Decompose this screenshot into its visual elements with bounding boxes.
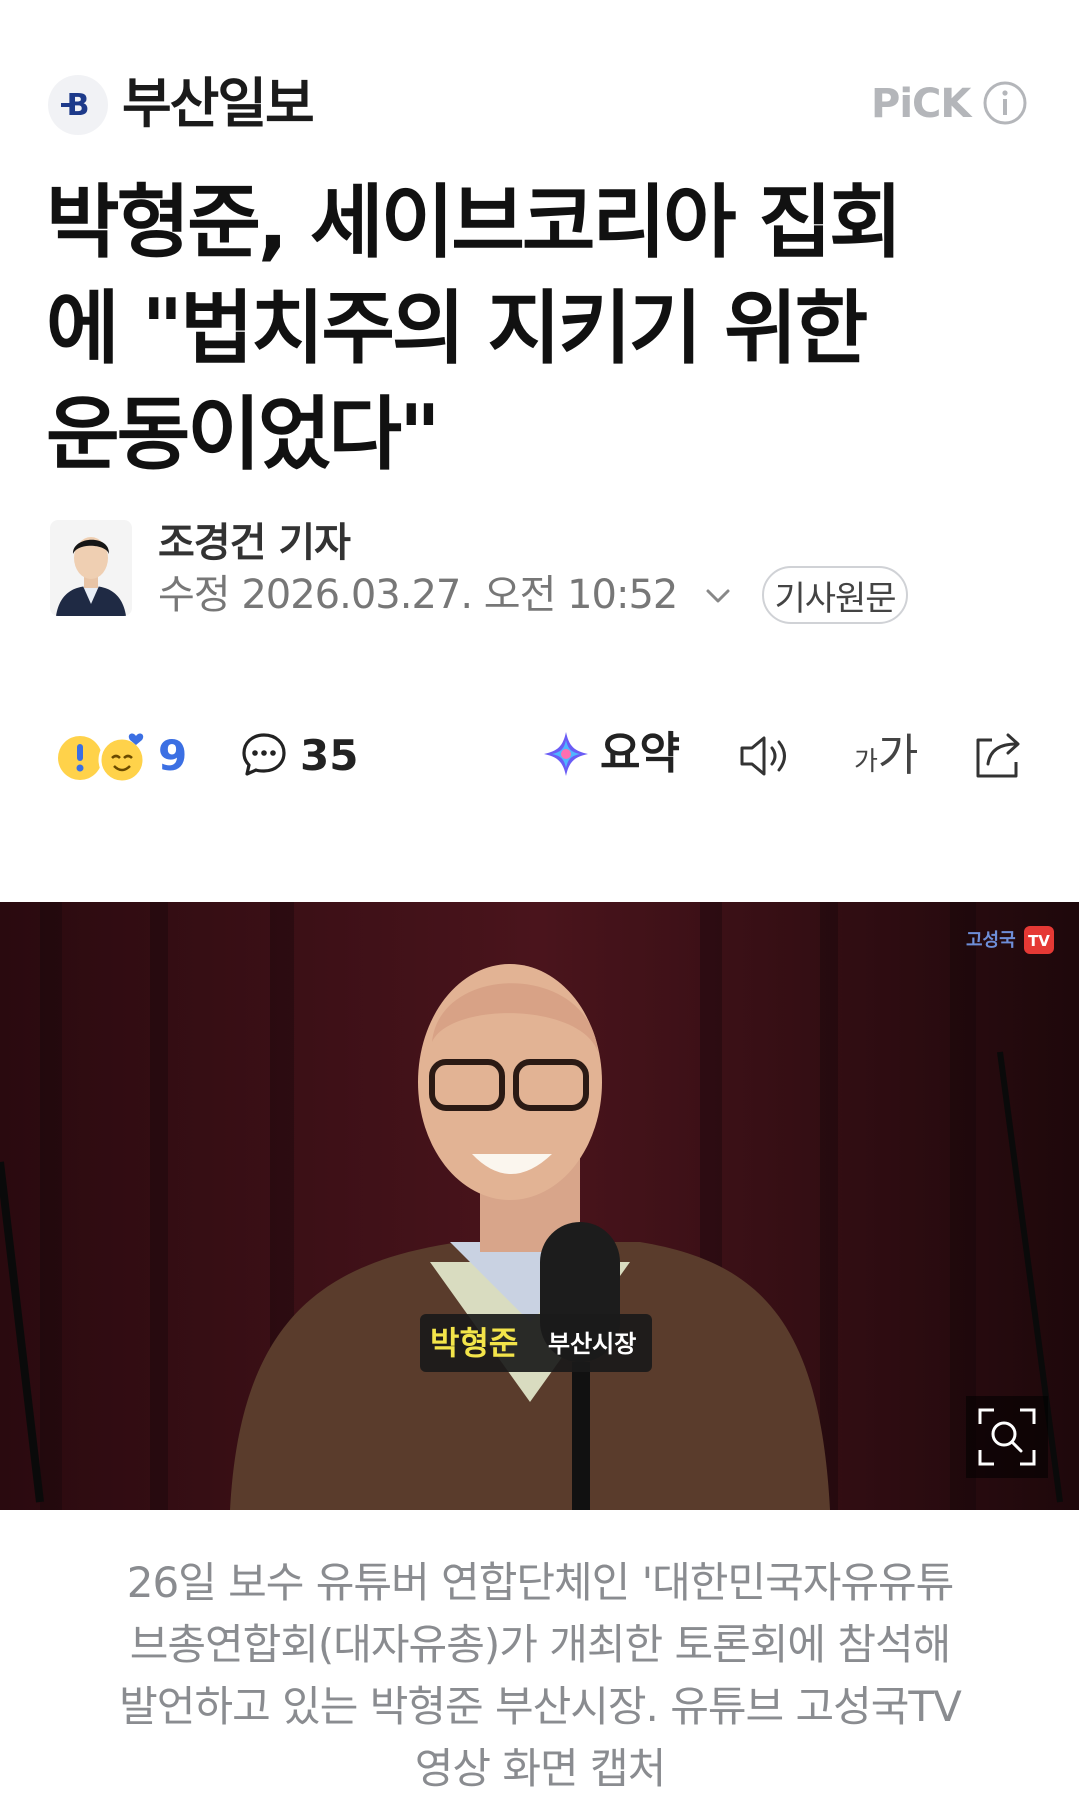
- channel-tv-badge: TV: [1028, 932, 1050, 950]
- comment-count[interactable]: 35: [300, 730, 358, 782]
- reaction-emoji-icon[interactable]: [56, 730, 152, 786]
- caption-line: 영상 화면 캡처: [414, 1744, 667, 1793]
- photo-caption: 26일 보수 유튜버 연합단체인 '대한민국자유유튜 브총연합회(대자유총)가 …: [40, 1552, 1040, 1800]
- channel-watermark: 고성국: [966, 930, 1016, 951]
- info-icon[interactable]: [982, 80, 1028, 126]
- headline-line: 박형준, 세이브코리아 집회: [46, 176, 903, 269]
- photo-subtitle-name: 박형준: [430, 1324, 518, 1362]
- original-article-button[interactable]: 기사원문: [762, 566, 908, 624]
- article-photo[interactable]: 박형준 부산시장 고성국 TV: [0, 902, 1079, 1510]
- chevron-down-icon[interactable]: [700, 578, 736, 614]
- font-large-glyph: 가: [877, 730, 919, 781]
- reaction-count[interactable]: 9: [158, 730, 187, 782]
- speaker-icon[interactable]: [736, 730, 794, 782]
- headline-line: 운동이었다": [46, 388, 441, 481]
- press-logo-icon: B: [61, 88, 89, 123]
- font-size-icon[interactable]: 가가: [854, 728, 930, 784]
- press-name[interactable]: 부산일보: [122, 72, 315, 136]
- font-small-glyph: 가: [854, 747, 878, 777]
- caption-line: 브총연합회(대자유총)가 개최한 토론회에 참석해: [129, 1620, 952, 1669]
- photo-subtitle-title: 부산시장: [548, 1330, 636, 1358]
- summary-button[interactable]: 요약: [600, 726, 680, 782]
- article-dateline: 수정 2026.03.27. 오전 10:52: [158, 572, 678, 618]
- share-icon[interactable]: [970, 726, 1028, 784]
- press-logo[interactable]: B: [48, 75, 108, 135]
- reporter-avatar[interactable]: [50, 520, 132, 616]
- comment-icon[interactable]: [240, 730, 288, 778]
- article-headline: 박형준, 세이브코리아 집회 에 "법치주의 지키기 위한 운동이었다": [46, 170, 1036, 488]
- zoom-icon[interactable]: [966, 1396, 1048, 1478]
- caption-line: 26일 보수 유튜버 연합단체인 '대한민국자유유튜: [126, 1558, 955, 1607]
- reporter-name[interactable]: 조경건 기자: [158, 518, 351, 568]
- pick-label: PiCK: [871, 81, 971, 127]
- article-header: B 부산일보 PiCK: [0, 0, 1079, 150]
- caption-line: 발언하고 있는 박형준 부산시장. 유튜브 고성국TV: [119, 1682, 962, 1731]
- headline-line: 에 "법치주의 지키기 위한: [46, 282, 868, 375]
- ai-summary-icon[interactable]: [540, 728, 592, 780]
